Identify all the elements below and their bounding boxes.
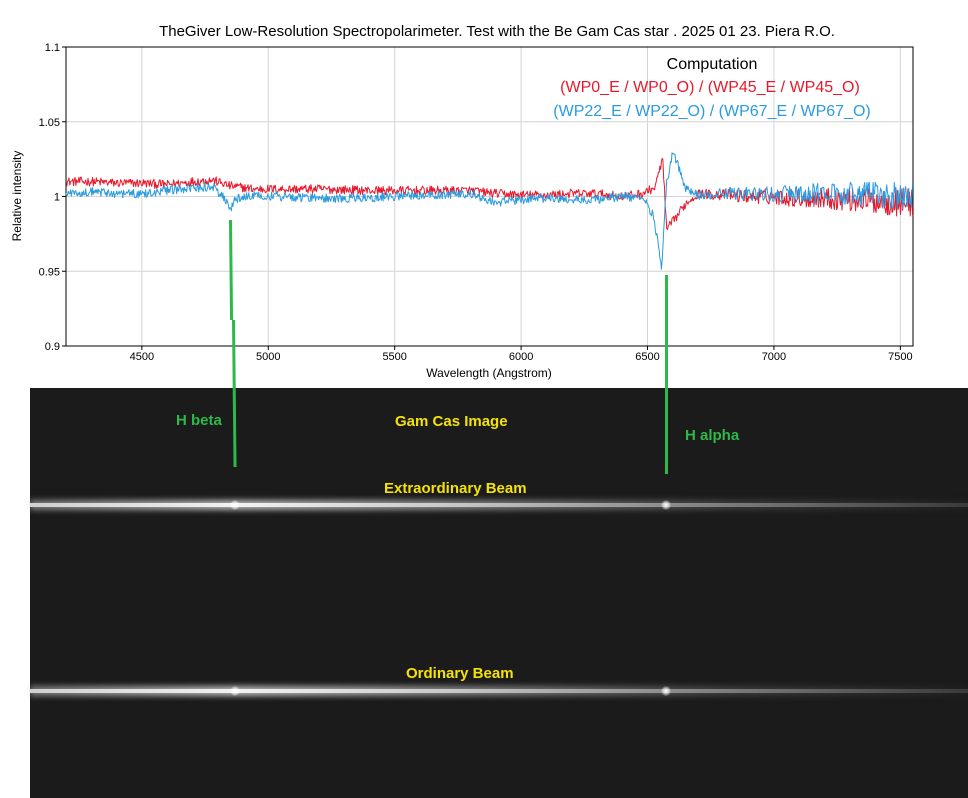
series-layer — [65, 152, 913, 270]
x-tick-label: 6500 — [635, 351, 659, 363]
image-title-label: Gam Cas Image — [395, 413, 508, 430]
h-alpha-label: H alpha — [685, 427, 740, 444]
x-tick-label: 7500 — [888, 351, 912, 363]
ordinary-hbeta-spot — [230, 686, 240, 696]
legend-entry-red: (WP0_E / WP0_O) / (WP45_E / WP45_O) — [560, 79, 860, 96]
extraordinary-beam-label: Extraordinary Beam — [384, 480, 527, 497]
y-tick-label: 0.9 — [45, 341, 60, 353]
ordinary-halpha-spot — [661, 686, 671, 696]
legend-entry-blue: (WP22_E / WP22_O) / (WP67_E / WP67_O) — [553, 103, 870, 120]
spectrum-chart: TheGiver Low-Resolution Spectropolarimet… — [10, 23, 914, 380]
x-tick-label: 7000 — [762, 351, 786, 363]
ordinary-beam-trace — [30, 686, 968, 696]
legend-heading: Computation — [667, 56, 758, 73]
y-axis-label: Relative intensity — [10, 151, 24, 242]
legend: Computation (WP0_E / WP0_O) / (WP45_E / … — [553, 56, 870, 120]
x-tick-label: 5500 — [382, 351, 406, 363]
x-tick-label: 5000 — [256, 351, 280, 363]
extraordinary-beam-trace — [30, 500, 968, 510]
series-line-red — [66, 157, 913, 230]
y-tick-label: 0.95 — [39, 266, 60, 278]
extraordinary-halpha-spot — [661, 500, 671, 510]
chart-title: TheGiver Low-Resolution Spectropolarimet… — [159, 23, 835, 40]
y-tick-label: 1 — [54, 192, 60, 204]
ordinary-beam-label: Ordinary Beam — [406, 665, 514, 682]
h-alpha-marker-line — [665, 275, 668, 474]
x-tick-label: 4500 — [130, 351, 154, 363]
x-tick-label: 6000 — [509, 351, 533, 363]
gam-cas-spectrum-image: Gam Cas Image H beta H alpha Extraordina… — [30, 388, 968, 798]
extraordinary-hbeta-spot — [230, 500, 240, 510]
series-line-blue — [65, 152, 913, 270]
x-axis-label: Wavelength (Angstrom) — [426, 366, 552, 380]
h-beta-label: H beta — [176, 412, 222, 429]
y-tick-label: 1.1 — [45, 42, 60, 54]
y-tick-label: 1.05 — [39, 117, 60, 129]
